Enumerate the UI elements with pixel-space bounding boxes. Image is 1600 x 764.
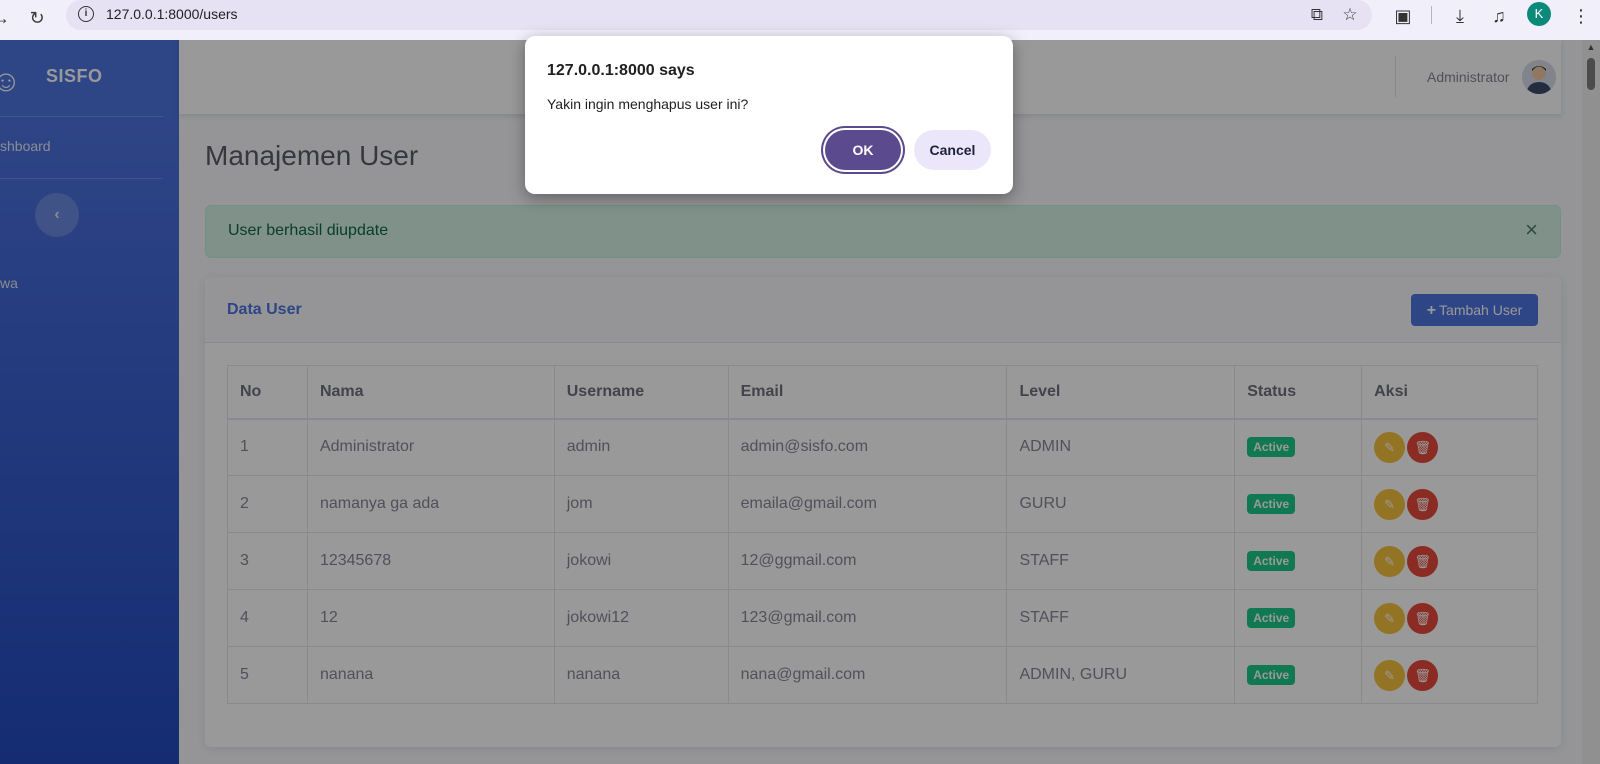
translate-icon[interactable]: ⧉ (1306, 4, 1328, 26)
dialog-title: 127.0.0.1:8000 says (547, 62, 695, 79)
media-control-icon[interactable]: ♫ (1486, 3, 1512, 29)
bookmark-star-icon[interactable]: ☆ (1339, 4, 1361, 26)
url-text[interactable]: 127.0.0.1:8000/users (106, 6, 238, 22)
cancel-button[interactable]: Cancel (914, 130, 991, 170)
site-info-icon[interactable]: i (78, 6, 94, 22)
profile-avatar[interactable]: K (1527, 2, 1551, 26)
dialog-message: Yakin ingin menghapus user ini? (547, 96, 749, 112)
menu-kebab-icon[interactable]: ⋮ (1568, 3, 1594, 29)
toolbar-separator (1431, 6, 1432, 24)
confirm-dialog: 127.0.0.1:8000 says Yakin ingin menghapu… (525, 36, 1013, 194)
browser-toolbar: → ↻ i 127.0.0.1:8000/users ⧉ ☆ ▣ ⤓ ♫ K ⋮ (0, 0, 1600, 40)
download-icon[interactable]: ⤓ (1447, 3, 1473, 29)
extensions-icon[interactable]: ▣ (1390, 3, 1416, 29)
ok-button[interactable]: OK (825, 130, 901, 170)
reload-icon[interactable]: ↻ (24, 5, 50, 31)
forward-icon[interactable]: → (0, 5, 14, 31)
address-bar[interactable]: i 127.0.0.1:8000/users ⧉ ☆ (66, 0, 1372, 30)
